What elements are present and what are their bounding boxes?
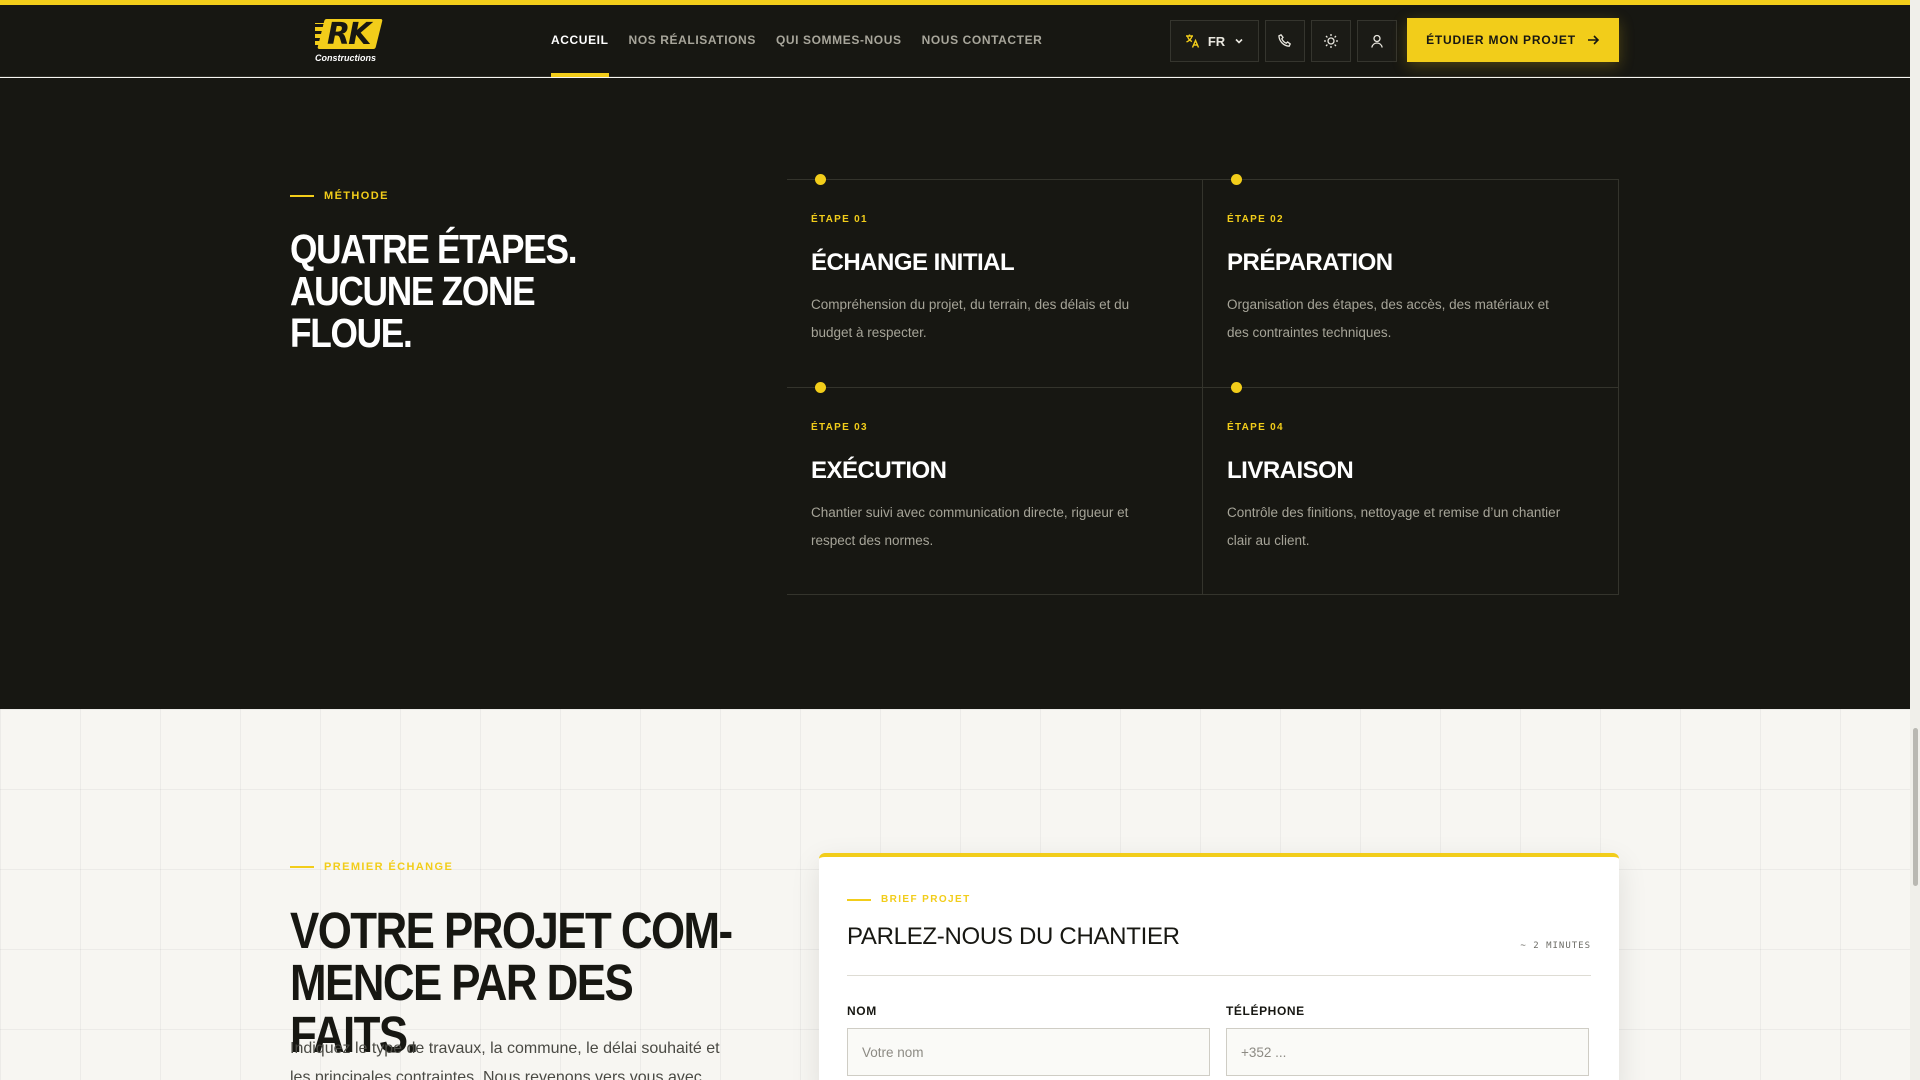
study-project-button[interactable]: Étudier mon projet — [1407, 18, 1619, 62]
step-card: Étape 04 Livraison Contrôle des finition… — [1203, 382, 1619, 595]
step-number: Étape 01 — [811, 214, 868, 225]
page-scrollbar[interactable] — [1910, 0, 1920, 1080]
phone-button[interactable] — [1265, 20, 1305, 62]
nav-item-qui-sommes-nous[interactable]: Qui sommes-nous — [776, 5, 902, 77]
contact-title-line-1: Votre projet com- — [290, 902, 733, 959]
arrow-right-icon — [1586, 33, 1600, 47]
eyebrow-line — [290, 866, 314, 868]
step-description: Contrôle des finitions, nettoyage et rem… — [1227, 505, 1561, 548]
theme-toggle-button[interactable] — [1311, 20, 1351, 62]
form-title: Parlez-nous du chantier — [847, 923, 1180, 950]
step-number: Étape 03 — [811, 422, 868, 433]
logo[interactable]: RK Constructions — [313, 15, 383, 67]
method-eyebrow-label: Méthode — [324, 190, 389, 202]
step-title: Échange initial — [811, 249, 1015, 276]
contact-eyebrow: Premier échange — [290, 861, 453, 873]
nav-item-realisations[interactable]: Nos réalisations — [629, 5, 756, 77]
nav-item-contact[interactable]: Nous contacter — [922, 5, 1043, 77]
step-description: Chantier suivi avec communication direct… — [811, 505, 1129, 548]
name-field-label: Nom — [847, 1004, 877, 1018]
logo-subtitle: Constructions — [315, 53, 377, 63]
step-description: Compréhension du projet, du terrain, des… — [811, 297, 1130, 340]
site-header: RK Constructions Accueil Nos réalisation… — [0, 5, 1910, 77]
phone-input[interactable] — [1226, 1028, 1589, 1076]
eyebrow-line — [847, 898, 871, 901]
step-dot — [1231, 174, 1242, 185]
user-icon — [1369, 33, 1385, 49]
method-eyebrow: Méthode — [290, 190, 389, 202]
name-input[interactable] — [847, 1028, 1210, 1076]
step-title: Exécution — [811, 457, 947, 484]
step-dot — [1231, 382, 1242, 393]
translate-icon — [1184, 33, 1200, 49]
step-card: Étape 03 Exécution Chantier suivi avec c… — [787, 382, 1203, 595]
step-dot — [815, 382, 826, 393]
phone-field-label: Téléphone — [1226, 1004, 1305, 1018]
phone-icon — [1277, 33, 1293, 49]
method-section: Méthode Quatre étapes. Aucune zone floue… — [0, 78, 1910, 709]
steps-grid: Étape 01 Échange initial Compréhension d… — [787, 174, 1619, 595]
contact-eyebrow-label: Premier échange — [324, 861, 454, 873]
form-divider — [847, 975, 1591, 976]
project-brief-form: Brief projet Parlez-nous du chantier ~ 2… — [819, 853, 1619, 1080]
step-number: Étape 04 — [1227, 422, 1284, 433]
eyebrow-line — [290, 195, 314, 197]
step-dot — [815, 174, 826, 185]
sun-icon — [1323, 33, 1339, 49]
form-eyebrow: Brief projet — [847, 894, 971, 905]
nav-item-accueil[interactable]: Accueil — [551, 5, 609, 77]
form-eyebrow-label: Brief projet — [881, 894, 971, 905]
step-title: Préparation — [1227, 249, 1393, 276]
method-title-line-1: Quatre étapes. — [290, 226, 578, 272]
contact-section: Premier échange Votre projet com- mence … — [0, 709, 1910, 1080]
contact-intro-text: Indiquez le type de travaux, la commune,… — [290, 1040, 720, 1080]
main-nav: Accueil Nos réalisations Qui sommes-nous… — [551, 5, 1042, 77]
cta-label: Étudier mon projet — [1426, 33, 1576, 47]
method-title: Quatre étapes. Aucune zone floue. — [290, 228, 651, 354]
step-card: Étape 02 Préparation Organisation des ét… — [1203, 174, 1619, 387]
logo-text: RK — [327, 17, 371, 52]
language-selector[interactable]: FR — [1170, 20, 1259, 62]
scrollbar-thumb[interactable] — [1913, 728, 1918, 886]
language-code: FR — [1207, 33, 1226, 49]
method-title-line-2: Aucune zone floue. — [290, 268, 536, 356]
step-number: Étape 02 — [1227, 214, 1284, 225]
chevron-down-icon — [1233, 35, 1245, 47]
step-card: Étape 01 Échange initial Compréhension d… — [787, 174, 1203, 387]
account-button[interactable] — [1357, 20, 1397, 62]
step-title: Livraison — [1227, 457, 1354, 484]
form-duration: ~ 2 minutes — [1520, 941, 1591, 951]
step-description: Organisation des étapes, des accès, des … — [1227, 297, 1549, 340]
